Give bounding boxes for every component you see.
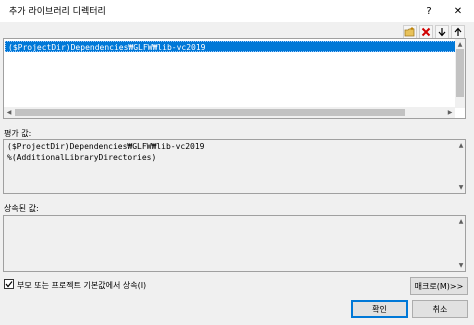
scroll-up-icon[interactable]: ▲ xyxy=(456,141,466,150)
help-button[interactable]: ? xyxy=(418,2,440,20)
evaluated-value-box[interactable]: ($ProjectDir)Dependencies₩GLFW₩lib-vc201… xyxy=(3,139,466,194)
delete-line-button[interactable] xyxy=(419,25,433,39)
evaluated-value-label: 평가 값: xyxy=(4,129,32,138)
move-down-icon xyxy=(438,28,446,37)
evaluated-line: ($ProjectDir)Dependencies₩GLFW₩lib-vc201… xyxy=(7,142,205,151)
close-button[interactable]: ✕ xyxy=(447,2,469,20)
cancel-button[interactable]: 취소 xyxy=(412,300,468,318)
scroll-down-icon[interactable]: ▼ xyxy=(456,183,466,192)
scroll-down-icon[interactable]: ▼ xyxy=(456,261,466,270)
list-item[interactable]: ($ProjectDir)Dependencies₩GLFW₩lib-vc201… xyxy=(5,41,456,52)
horizontal-scroll-thumb[interactable] xyxy=(15,109,405,116)
move-down-button[interactable] xyxy=(435,25,449,39)
checkmark-icon xyxy=(5,281,13,288)
scroll-left-icon[interactable]: ◀ xyxy=(4,107,14,118)
inherit-checkbox-label[interactable]: 부모 또는 프로젝트 기본값에서 상속(I) xyxy=(17,280,146,291)
delete-icon xyxy=(421,27,431,37)
directory-list[interactable]: ($ProjectDir)Dependencies₩GLFW₩lib-vc201… xyxy=(3,38,466,119)
vertical-scrollbar[interactable]: ▲ xyxy=(455,39,465,108)
scroll-up-icon[interactable]: ▲ xyxy=(455,39,465,49)
horizontal-scrollbar[interactable]: ◀ ▶ xyxy=(4,107,455,118)
vertical-scroll-thumb[interactable] xyxy=(456,49,464,97)
scroll-up-icon[interactable]: ▲ xyxy=(456,217,466,226)
inherited-values-label: 상속된 값: xyxy=(4,204,39,213)
macro-button[interactable]: 매크로(M)>> xyxy=(410,277,468,295)
evaluated-line: %(AdditionalLibraryDirectories) xyxy=(7,153,157,162)
new-folder-icon xyxy=(404,27,415,37)
window-title: 추가 라이브러리 디렉터리 xyxy=(9,7,106,17)
scroll-right-icon[interactable]: ▶ xyxy=(445,107,455,118)
move-up-icon xyxy=(454,27,462,36)
move-up-button[interactable] xyxy=(451,25,465,39)
inherit-checkbox[interactable] xyxy=(4,279,14,289)
ok-button[interactable]: 확인 xyxy=(351,300,408,318)
new-line-button[interactable] xyxy=(403,25,417,39)
inherited-values-box[interactable]: ▲ ▼ xyxy=(3,215,466,272)
